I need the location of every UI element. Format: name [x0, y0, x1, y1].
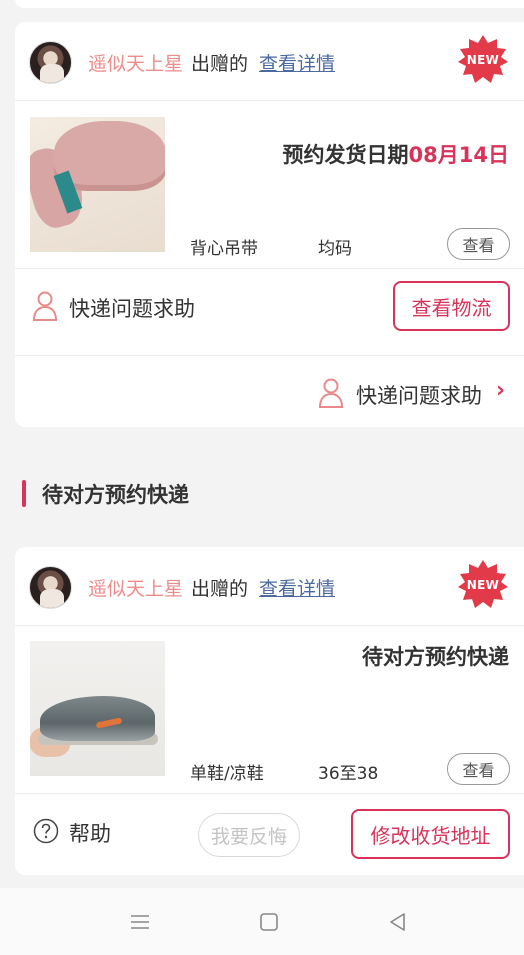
gift-card-2: 遥似天上星 出赠的 查看详情 NEW 待对方预约快递 单鞋/凉鞋 36至38 查…: [15, 547, 524, 875]
product-category: 背心吊带: [190, 239, 258, 259]
person-icon: [32, 291, 58, 321]
giver-name[interactable]: 遥似天上星: [88, 49, 183, 76]
ship-date-prefix: 预约发货日期: [282, 143, 409, 167]
product-row[interactable]: 待对方预约快递 单鞋/凉鞋 36至38 查看: [15, 626, 524, 793]
new-badge: NEW: [457, 559, 509, 611]
menu-icon[interactable]: [126, 908, 154, 936]
card-header: 遥似天上星 出赠的 查看详情 NEW: [15, 547, 524, 625]
new-badge-label: NEW: [466, 53, 500, 67]
waiting-status: 待对方预约快递: [362, 645, 509, 669]
action-row: 帮助 我要反悔 修改收货地址: [15, 794, 524, 875]
regret-button[interactable]: 我要反悔: [198, 813, 300, 857]
help-row: 快递问题求助 查看物流: [15, 269, 524, 355]
view-detail-link[interactable]: 查看详情: [259, 49, 335, 76]
avatar[interactable]: [29, 566, 72, 609]
giver-name[interactable]: 遥似天上星: [88, 574, 183, 601]
help-link[interactable]: 帮助: [69, 818, 111, 848]
home-square-icon[interactable]: [255, 908, 283, 936]
product-thumbnail[interactable]: [30, 641, 165, 776]
product-size: 36至38: [318, 764, 379, 784]
section-title-label: 待对方预约快递: [42, 483, 189, 507]
question-icon: [33, 818, 59, 844]
footer-help-row[interactable]: 快递问题求助 ›: [15, 356, 524, 427]
change-address-button[interactable]: 修改收货地址: [351, 809, 510, 859]
new-badge-label: NEW: [466, 578, 500, 592]
product-row[interactable]: 预约发货日期08月14日 背心吊带 均码 查看: [15, 101, 524, 268]
gift-card-1: 遥似天上星 出赠的 查看详情 NEW 预约发货日期08月14日 背心吊带 均码: [15, 22, 524, 427]
gave-text: 出赠的: [191, 578, 249, 600]
system-nav-bar: [0, 888, 524, 955]
product-image-shape: [40, 696, 155, 741]
product-thumbnail[interactable]: [30, 117, 165, 252]
ship-date-status: 预约发货日期08月14日: [283, 139, 509, 169]
product-category: 单鞋/凉鞋: [190, 764, 264, 784]
ship-date-value: 08月14日: [408, 143, 509, 167]
product-size: 均码: [318, 239, 352, 259]
view-logistics-button[interactable]: 查看物流: [393, 281, 510, 331]
section-accent-bar: [22, 480, 26, 507]
card-header: 遥似天上星 出赠的 查看详情 NEW: [15, 22, 524, 100]
footer-shipping-help-link[interactable]: 快递问题求助: [356, 380, 482, 410]
view-button[interactable]: 查看: [447, 753, 510, 785]
view-button[interactable]: 查看: [447, 228, 510, 260]
shipping-help-link[interactable]: 快递问题求助: [69, 293, 195, 323]
person-icon: [318, 378, 344, 408]
page: 遥似天上星 出赠的 查看详情 NEW 预约发货日期08月14日 背心吊带 均码: [0, 0, 524, 955]
new-badge: NEW: [457, 34, 509, 86]
avatar[interactable]: [29, 41, 72, 84]
chevron-right-icon: ›: [496, 378, 506, 403]
back-triangle-icon[interactable]: [384, 908, 412, 936]
previous-card-bottom: [15, 0, 524, 8]
gave-text: 出赠的: [191, 53, 249, 75]
view-detail-link[interactable]: 查看详情: [259, 574, 335, 601]
